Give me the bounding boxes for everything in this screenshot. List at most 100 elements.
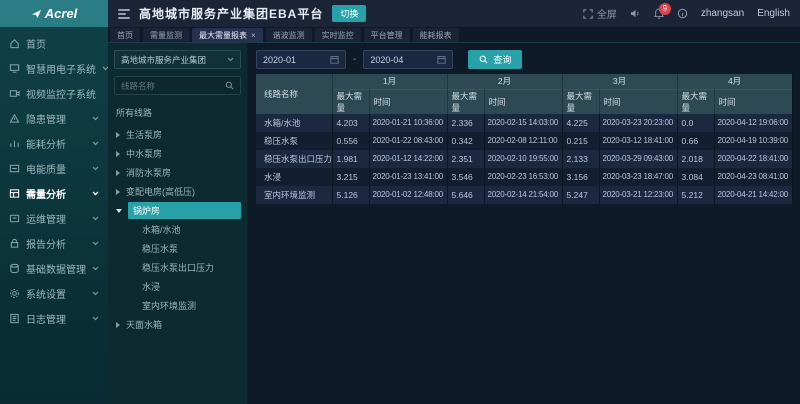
tree-node-distribution-room[interactable]: 变配电房(高低压) xyxy=(114,182,241,201)
sidebar-item-settings[interactable]: 系统设置 xyxy=(0,281,108,306)
gauge-icon xyxy=(9,163,20,174)
close-icon[interactable]: × xyxy=(251,31,256,40)
sidebar-item-home[interactable]: 首页 xyxy=(0,31,108,56)
caret-right-icon xyxy=(116,322,120,328)
sidebar-item-label: 智慧用电子系统 xyxy=(26,61,96,76)
time-cell: 2020-04-12 19:06:00 xyxy=(714,114,792,132)
selected-tree-node: 锅炉房 xyxy=(128,202,241,219)
sidebar-item-energy-analysis[interactable]: 能耗分析 xyxy=(0,131,108,156)
volume-icon xyxy=(630,8,641,19)
tree-node-water-leak[interactable]: 水浸 xyxy=(114,277,241,296)
demand-cell: 1.981 xyxy=(332,150,369,168)
tab-max-demand-report[interactable]: 最大需量报表 × xyxy=(192,28,263,42)
query-button-label: 查询 xyxy=(493,53,511,66)
info-button[interactable] xyxy=(677,8,688,19)
sidebar-item-base-data[interactable]: 基础数据管理 xyxy=(0,256,108,281)
line-name-cell: 水箱/水池 xyxy=(256,114,332,132)
tab-harmonic-monitor[interactable]: 谐波监测 xyxy=(266,28,312,42)
notifications-button[interactable]: 9 xyxy=(654,8,664,19)
demand-cell: 2.351 xyxy=(447,150,484,168)
sidebar-item-label: 首页 xyxy=(26,36,46,51)
max-demand-table-wrap: 线路名称 1月 2月 3月 4月 最大需量 时间 最大需量 xyxy=(248,74,800,204)
start-month-picker[interactable]: 2020-01 xyxy=(256,50,346,69)
log-list-icon xyxy=(9,313,20,324)
sidebar-item-report-analysis[interactable]: 报告分析 xyxy=(0,231,108,256)
tree-node-pressure-pump[interactable]: 稳压水泵 xyxy=(114,239,241,258)
topbar-main: 高地城市服务产业集团EBA平台 切换 全屏 xyxy=(108,0,800,27)
tab-demand-monitor[interactable]: 需量监测 xyxy=(143,28,189,42)
tree-node-living-pump[interactable]: 生活泵房 xyxy=(114,125,241,144)
tab-bar: 首页 需量监测 最大需量报表 × 谐波监测 实时监控 平台管理 能耗报表 xyxy=(108,27,800,43)
sidebar-item-label: 能耗分析 xyxy=(26,136,66,151)
demand-cell: 2.018 xyxy=(677,150,714,168)
demand-cell: 5.126 xyxy=(332,186,369,204)
report-lock-icon xyxy=(9,238,20,249)
demand-sub-header: 最大需量 xyxy=(332,89,369,114)
month-header-row: 线路名称 1月 2月 3月 4月 xyxy=(256,74,792,89)
date-range-separator: - xyxy=(353,54,356,65)
chevron-down-icon xyxy=(92,191,99,196)
fullscreen-label: 全屏 xyxy=(597,6,617,21)
time-cell: 2020-04-21 14:42:00 xyxy=(714,186,792,204)
switch-button[interactable]: 切换 xyxy=(332,5,366,22)
demand-cell: 0.66 xyxy=(677,132,714,150)
tree-node-roof-tank[interactable]: 天面水箱 xyxy=(114,315,241,334)
logo-text: Acrel xyxy=(45,6,78,21)
query-button[interactable]: 查询 xyxy=(468,50,522,69)
menu-toggle-icon[interactable] xyxy=(118,9,130,19)
tree-node-fire-pump[interactable]: 消防水泵房 xyxy=(114,163,241,182)
tree-root-label[interactable]: 所有线路 xyxy=(114,104,241,125)
page-title: 高地城市服务产业集团EBA平台 xyxy=(139,5,323,22)
tree-node-indoor-env[interactable]: 室内环境监测 xyxy=(114,296,241,315)
tab-energy-report[interactable]: 能耗报表 xyxy=(413,28,459,42)
tree-node-water-tank[interactable]: 水箱/水池 xyxy=(114,220,241,239)
volume-button[interactable] xyxy=(630,8,641,19)
sidebar-item-hazard[interactable]: 隐患管理 xyxy=(0,106,108,131)
sub-header-row: 最大需量 时间 最大需量 时间 最大需量 时间 最大需量 时间 xyxy=(256,89,792,114)
username[interactable]: zhangsan xyxy=(701,8,744,19)
chevron-down-icon xyxy=(92,266,99,271)
search-icon[interactable] xyxy=(225,81,234,90)
chevron-down-icon xyxy=(92,166,99,171)
org-select-value: 高地城市服务产业集团 xyxy=(121,54,206,66)
demand-cell: 5.212 xyxy=(677,186,714,204)
sidebar-item-power-quality[interactable]: 电能质量 xyxy=(0,156,108,181)
time-cell: 2020-01-02 12:48:00 xyxy=(369,186,447,204)
demand-cell: 0.215 xyxy=(562,132,599,150)
line-name-cell: 室内环境监测 xyxy=(256,186,332,204)
home-icon xyxy=(9,38,20,49)
tab-home[interactable]: 首页 xyxy=(110,28,140,42)
demand-sub-header: 最大需量 xyxy=(677,89,714,114)
line-name-cell: 水浸 xyxy=(256,168,332,186)
end-month-picker[interactable]: 2020-04 xyxy=(363,50,453,69)
line-search-input[interactable] xyxy=(121,81,221,91)
demand-cell: 3.215 xyxy=(332,168,369,186)
org-select[interactable]: 高地城市服务产业集团 xyxy=(114,50,241,69)
sidebar-item-operations[interactable]: 运维管理 xyxy=(0,206,108,231)
tree-node-boiler-room[interactable]: 锅炉房 xyxy=(114,201,241,220)
demand-cell: 2.336 xyxy=(447,114,484,132)
tree-node-reclaimed-water-pump[interactable]: 中水泵房 xyxy=(114,144,241,163)
month-header: 3月 xyxy=(562,74,677,89)
demand-cell: 3.156 xyxy=(562,168,599,186)
time-cell: 2020-03-21 12:23:00 xyxy=(599,186,677,204)
tab-realtime-monitor[interactable]: 实时监控 xyxy=(315,28,361,42)
caret-right-icon xyxy=(116,170,120,176)
fullscreen-button[interactable]: 全屏 xyxy=(583,6,617,21)
language-switch[interactable]: English xyxy=(757,8,790,19)
demand-cell: 4.225 xyxy=(562,114,599,132)
line-search-box xyxy=(114,76,241,95)
tab-platform-admin[interactable]: 平台管理 xyxy=(364,28,410,42)
time-cell: 2020-04-23 08:41:00 xyxy=(714,168,792,186)
sidebar-item-smart-power[interactable]: 智慧用电子系统 xyxy=(0,56,108,81)
time-cell: 2020-01-23 13:41:00 xyxy=(369,168,447,186)
sidebar-item-video-monitor[interactable]: 视频监控子系统 xyxy=(0,81,108,106)
search-icon xyxy=(479,55,488,64)
sidebar-item-demand-analysis[interactable]: 需量分析 xyxy=(0,181,108,206)
notification-badge: 9 xyxy=(659,3,671,15)
month-header: 2月 xyxy=(447,74,562,89)
max-demand-table: 线路名称 1月 2月 3月 4月 最大需量 时间 最大需量 xyxy=(256,74,793,204)
tree-node-pump-outlet-pressure[interactable]: 稳压水泵出口压力 xyxy=(114,258,241,277)
sidebar-item-logs[interactable]: 日志管理 xyxy=(0,306,108,331)
demand-cell: 5.247 xyxy=(562,186,599,204)
